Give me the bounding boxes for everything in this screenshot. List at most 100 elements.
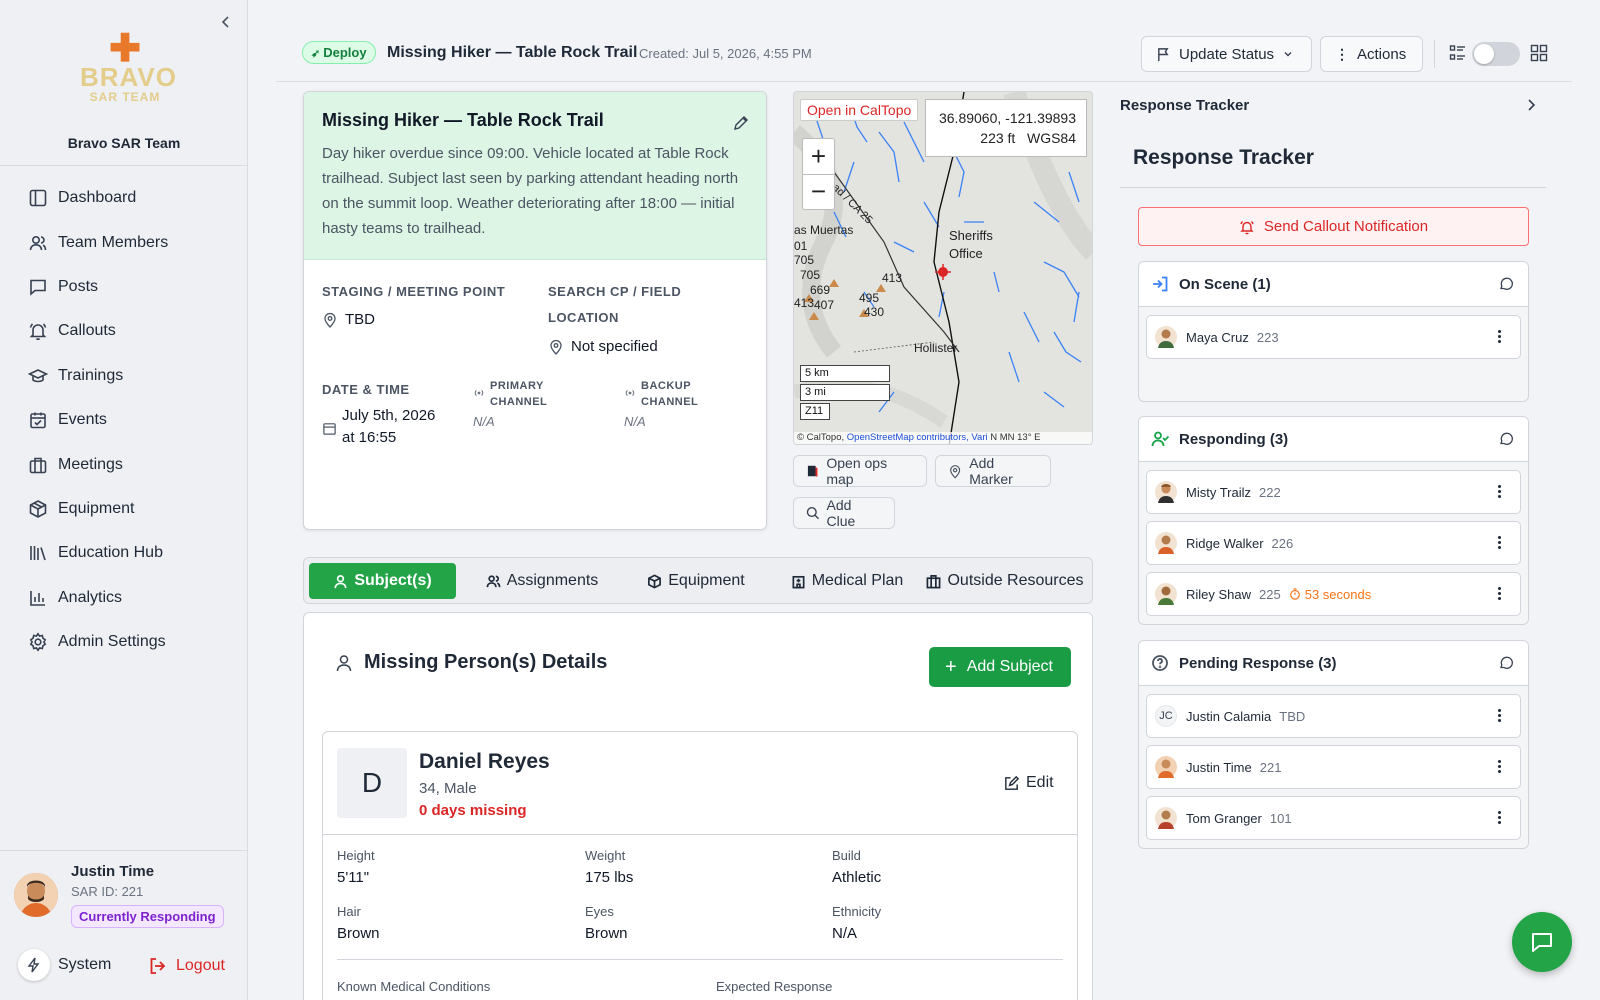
- sidebar-item-meetings[interactable]: Meetings: [0, 442, 248, 486]
- more-vertical-icon[interactable]: [1496, 483, 1502, 503]
- actions-label: Actions: [1357, 45, 1407, 63]
- tab-medical-plan[interactable]: Medical Plan: [772, 563, 922, 599]
- open-caltopo-link[interactable]: Open in CalTopo: [800, 99, 919, 121]
- update-status-button[interactable]: Update Status: [1141, 36, 1312, 72]
- group-on-scene: On Scene (1) Maya Cruz 223: [1138, 261, 1529, 402]
- send-callout-button[interactable]: Send Callout Notification: [1138, 207, 1529, 246]
- sidebar-item-admin-settings[interactable]: Admin Settings: [0, 620, 248, 664]
- tab-assignments[interactable]: Assignments: [467, 563, 617, 599]
- sidebar-item-label: Education Hub: [58, 544, 163, 562]
- view-toggle-knob: [1474, 44, 1494, 64]
- more-vertical-icon[interactable]: [1496, 758, 1502, 778]
- building-icon: [28, 455, 48, 475]
- avatar-initials: JC: [1155, 705, 1177, 727]
- package-icon: [28, 499, 48, 519]
- message-circle-icon[interactable]: [1498, 276, 1514, 292]
- staging-label: STAGING / MEETING POINT: [322, 284, 506, 299]
- chat-button[interactable]: [1512, 912, 1572, 972]
- member-row[interactable]: Ridge Walker 226: [1146, 521, 1521, 565]
- more-vertical-icon[interactable]: [1496, 534, 1502, 554]
- attribution-prefix: © CalTopo,: [797, 432, 847, 443]
- group-header: Responding (3): [1139, 417, 1528, 462]
- sidebar-item-callouts[interactable]: Callouts: [0, 309, 248, 353]
- sidebar-item-analytics[interactable]: Analytics: [0, 576, 248, 620]
- dashboard-icon: [28, 188, 48, 208]
- more-vertical-icon[interactable]: [1496, 809, 1502, 829]
- member-row[interactable]: Misty Trailz 222: [1146, 470, 1521, 514]
- member-row[interactable]: Justin Time 221: [1146, 745, 1521, 789]
- chevron-right-icon[interactable]: [1524, 96, 1538, 117]
- primary-channel-value: N/A: [473, 414, 495, 429]
- member-row[interactable]: Riley Shaw 225 53 seconds: [1146, 572, 1521, 616]
- avatar[interactable]: [14, 873, 58, 917]
- weight-label: Weight: [585, 848, 626, 863]
- member-name: Misty Trailz: [1186, 484, 1251, 500]
- add-clue-button[interactable]: Add Clue: [793, 497, 895, 529]
- collapse-sidebar-button[interactable]: [218, 14, 234, 30]
- system-button[interactable]: System: [18, 949, 111, 981]
- tab-label: Outside Resources: [947, 572, 1084, 589]
- more-vertical-icon[interactable]: [1496, 707, 1502, 727]
- eyes-value: Brown: [585, 925, 628, 942]
- group-pending-response: Pending Response (3) JC Justin Calamia T…: [1138, 640, 1529, 849]
- sidebar-item-posts[interactable]: Posts: [0, 265, 248, 309]
- map-label-office: Office: [949, 246, 983, 261]
- panel-title: Missing Person(s) Details: [334, 651, 607, 674]
- sidebar-item-equipment[interactable]: Equipment: [0, 487, 248, 531]
- response-tracker-divider: [1120, 187, 1546, 188]
- topo-map[interactable]: as Muertas Sheriffs Office Hollister ad …: [793, 91, 1093, 445]
- open-ops-map-button[interactable]: Open ops map: [793, 455, 927, 487]
- map-pin-icon: [324, 312, 336, 328]
- member-row[interactable]: Tom Granger 101: [1146, 796, 1521, 840]
- datum-text: WGS84: [1026, 130, 1076, 146]
- message-circle-icon[interactable]: [1498, 431, 1514, 447]
- sidebar-item-team-members[interactable]: Team Members: [0, 220, 248, 264]
- date-value-1: July 5th, 2026: [342, 407, 436, 424]
- member-row[interactable]: JC Justin Calamia TBD: [1146, 694, 1521, 738]
- eyes-label: Eyes: [585, 904, 614, 919]
- add-clue-label: Add Clue: [826, 497, 856, 529]
- tab-equipment[interactable]: Equipment: [626, 563, 766, 599]
- more-vertical-icon[interactable]: [1496, 585, 1502, 605]
- logout-button[interactable]: Logout: [148, 956, 225, 976]
- sidebar-item-label: Callouts: [58, 322, 116, 340]
- avatar: [1155, 807, 1177, 829]
- member-row[interactable]: Maya Cruz 223: [1146, 315, 1521, 359]
- bell-ring-icon: [1240, 220, 1254, 234]
- subjects-panel: Missing Person(s) Details + Add Subject …: [303, 612, 1093, 1000]
- zoom-in-button[interactable]: +: [803, 139, 834, 175]
- sidebar-item-dashboard[interactable]: Dashboard: [0, 176, 248, 220]
- sidebar-item-events[interactable]: Events: [0, 398, 248, 442]
- edit-icon: [1005, 775, 1020, 790]
- message-circle-icon[interactable]: [1498, 655, 1514, 671]
- view-toggle[interactable]: [1472, 42, 1520, 66]
- list-view-icon[interactable]: [1449, 44, 1467, 67]
- backup-channel-value: N/A: [624, 414, 646, 429]
- primary-channel-label-2: CHANNEL: [490, 396, 548, 408]
- sidebar-item-education-hub[interactable]: Education Hub: [0, 531, 248, 575]
- search-cp-label-1: SEARCH CP / FIELD: [548, 284, 682, 299]
- osm-attribution-link[interactable]: OpenStreetMap contributors, Vari: [847, 432, 988, 443]
- map-elev-label: 407: [814, 298, 834, 312]
- map-elev-label: 495: [859, 291, 879, 305]
- grid-view-icon[interactable]: [1530, 44, 1548, 67]
- map-label-las-muertas: as Muertas: [794, 223, 853, 237]
- zoom-out-button[interactable]: −: [803, 175, 834, 210]
- member-name: Maya Cruz: [1186, 329, 1249, 345]
- add-marker-button[interactable]: Add Marker: [935, 455, 1051, 487]
- eta-text: 53 seconds: [1304, 586, 1372, 602]
- edit-subject-button[interactable]: Edit: [1003, 774, 1054, 792]
- tab-outside-resources[interactable]: Outside Resources: [921, 563, 1089, 599]
- incident-card: Missing Hiker — Table Rock Trail Day hik…: [303, 91, 767, 530]
- more-vertical-icon[interactable]: [1496, 328, 1502, 348]
- sidebar-divider: [0, 165, 248, 166]
- tab-subjects[interactable]: Subject(s): [309, 563, 456, 599]
- open-caltopo-label: Open in CalTopo: [807, 102, 912, 118]
- search-icon: [806, 507, 820, 520]
- actions-button[interactable]: ⋮ Actions: [1320, 36, 1423, 72]
- pencil-icon[interactable]: [732, 114, 750, 132]
- build-label: Build: [832, 848, 861, 863]
- add-subject-button[interactable]: + Add Subject: [929, 647, 1071, 687]
- height-value: 5'11": [337, 869, 370, 886]
- sidebar-item-trainings[interactable]: Trainings: [0, 354, 248, 398]
